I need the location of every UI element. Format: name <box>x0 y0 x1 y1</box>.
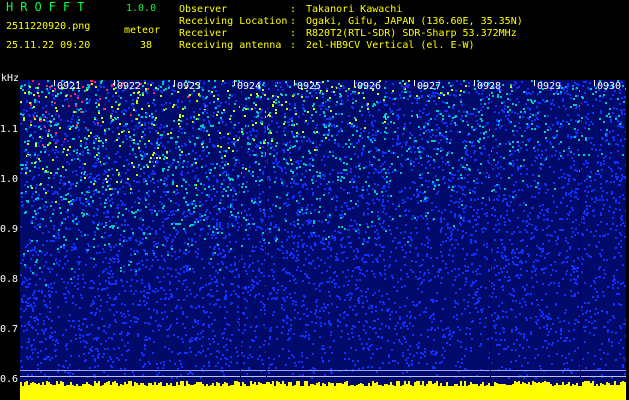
observer-value: Takanori Kawachi <box>306 4 403 15</box>
spectrogram-noise <box>20 80 626 400</box>
x-tick-label: 0928 <box>477 81 502 92</box>
app-version: 1.0.0 <box>126 3 157 14</box>
y-tick-label: 0.6 <box>0 374 19 385</box>
y-axis-unit: kHz <box>1 73 20 84</box>
y-tick-label: 0.9 <box>0 224 19 235</box>
location-separator: : <box>290 16 297 27</box>
receiver-label: Receiver <box>179 28 228 39</box>
hroft-display: { "header": { "app_title": "HROFFT", "ap… <box>0 0 629 400</box>
datetime-label: 25.11.22 09:20 <box>6 40 91 51</box>
location-value: Ogaki, Gifu, JAPAN (136.60E, 35.35N) <box>306 16 523 27</box>
y-tick-label: 0.7 <box>0 324 19 335</box>
x-tick-label: 0924 <box>237 81 262 92</box>
x-tick-label: 0921 <box>57 81 82 92</box>
x-tick-label: 0930 <box>597 81 622 92</box>
x-tick-label: 0926 <box>357 81 382 92</box>
antenna-label: Receiving antenna <box>179 40 282 51</box>
x-tick-label: 0927 <box>417 81 442 92</box>
meteor-count: 38 <box>140 40 153 51</box>
filename-label: 2511220920.png <box>6 21 91 32</box>
observer-label: Observer <box>179 4 228 15</box>
app-title: HROFFT <box>6 0 92 14</box>
x-tick-label: 0923 <box>177 81 202 92</box>
y-tick-label: 0.8 <box>0 274 19 285</box>
observer-separator: : <box>290 4 297 15</box>
location-label: Receiving Location <box>179 16 288 27</box>
y-tick-label: 1.0 <box>0 174 19 185</box>
x-tick-label: 0929 <box>537 81 562 92</box>
x-tick-label: 0922 <box>117 81 142 92</box>
x-tick-label: 0925 <box>297 81 322 92</box>
antenna-value: 2el-HB9CV Vertical (el. E-W) <box>306 40 475 51</box>
receiver-value: R820T2(RTL-SDR) SDR-Sharp 53.372MHz <box>306 28 517 39</box>
meteor-label: meteor <box>124 25 161 36</box>
antenna-separator: : <box>290 40 297 51</box>
y-tick-label: 1.1 <box>0 124 19 135</box>
receiver-separator: : <box>290 28 297 39</box>
